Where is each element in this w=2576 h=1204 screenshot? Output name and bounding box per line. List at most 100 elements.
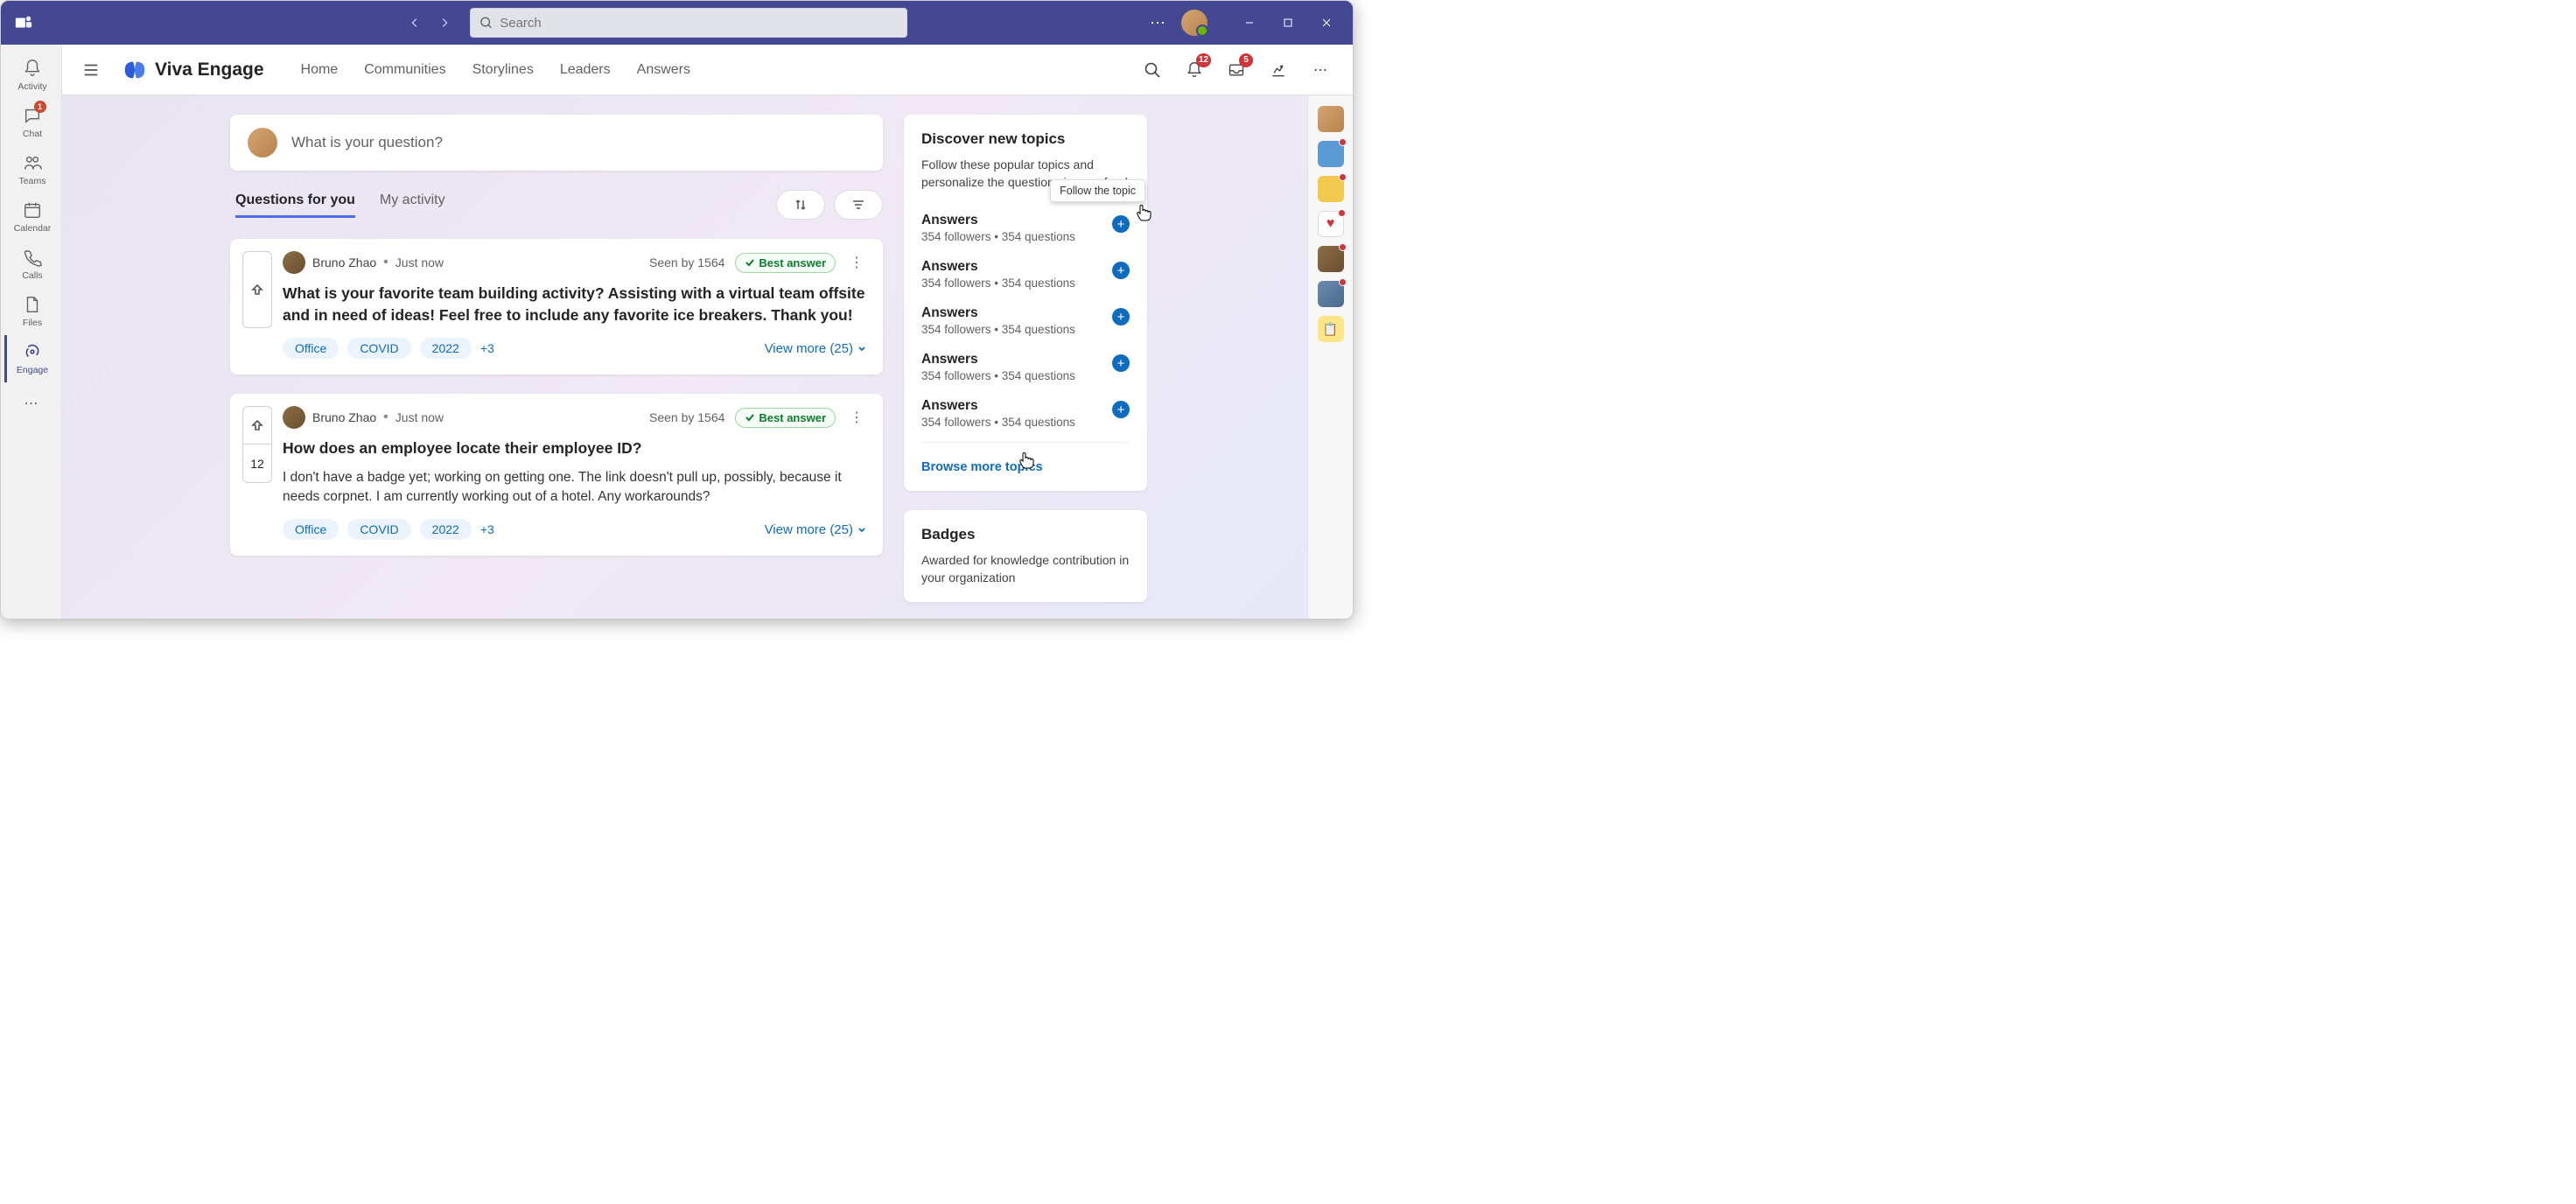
rail-teams[interactable]: Teams (4, 146, 59, 193)
header-search-button[interactable] (1139, 57, 1166, 83)
question-card: Bruno Zhao • Just now Seen by 1564 Best … (230, 239, 883, 374)
question-card: 12 Bruno Zhao • Just now Seen by 1564 Be… (230, 394, 883, 556)
author-name[interactable]: Bruno Zhao (312, 256, 376, 270)
tag-more[interactable]: +3 (480, 341, 494, 355)
close-button[interactable] (1311, 9, 1342, 37)
panel-title: Badges (921, 526, 1130, 543)
topic-name[interactable]: Answers (921, 305, 1075, 321)
tag[interactable]: Office (283, 519, 339, 540)
card-menu-icon[interactable]: ⋮ (846, 252, 867, 273)
app-header: Viva Engage Home Communities Storylines … (62, 45, 1353, 95)
rail-engage[interactable]: Engage (4, 335, 59, 382)
maximize-button[interactable] (1272, 9, 1304, 37)
topic-meta: 354 followers • 354 questions (921, 230, 1075, 243)
contact-avatar[interactable] (1318, 246, 1344, 272)
topic-row: Answers 354 followers • 354 questions + (921, 205, 1130, 251)
rail-activity[interactable]: Activity (4, 52, 59, 99)
upvote-button[interactable] (242, 406, 272, 444)
composer-avatar (248, 128, 277, 158)
contact-app[interactable]: 📋 (1318, 316, 1344, 342)
rail-label: Engage (17, 365, 48, 375)
card-menu-icon[interactable]: ⋮ (846, 407, 867, 428)
timestamp: Just now (396, 256, 444, 270)
contact-app[interactable] (1318, 176, 1344, 202)
sort-button[interactable] (776, 190, 825, 220)
rail-label: Activity (18, 81, 46, 92)
minimize-button[interactable] (1234, 9, 1265, 37)
contact-avatar[interactable] (1318, 281, 1344, 307)
nav-forward-button[interactable] (433, 11, 456, 34)
question-title[interactable]: What is your favorite team building acti… (283, 283, 867, 326)
tag[interactable]: COVID (347, 519, 410, 540)
author-name[interactable]: Bruno Zhao (312, 410, 376, 424)
teams-app-icon (11, 10, 36, 35)
cursor-icon (1133, 202, 1154, 223)
rail-chat[interactable]: Chat 1 (4, 99, 59, 146)
best-answer-badge: Best answer (735, 253, 836, 273)
nav-back-button[interactable] (403, 11, 426, 34)
topic-row: Answers354 followers • 354 questions+ (921, 251, 1130, 298)
header-notifications-button[interactable]: 12 (1181, 57, 1208, 83)
timestamp: Just now (396, 410, 444, 424)
follow-topic-button[interactable]: + (1112, 354, 1130, 372)
search-icon (480, 16, 493, 30)
nav-storylines[interactable]: Storylines (472, 62, 534, 78)
rail-label: Files (23, 318, 42, 328)
profile-avatar[interactable] (1181, 10, 1208, 36)
nav-answers[interactable]: Answers (637, 62, 690, 78)
follow-topic-button[interactable]: + (1112, 401, 1130, 418)
rail-label: Calendar (14, 223, 52, 234)
search-input[interactable] (470, 8, 907, 38)
nav-leaders[interactable]: Leaders (560, 62, 611, 78)
browse-topics-link[interactable]: Browse more topics (921, 460, 1043, 474)
tag[interactable]: Office (283, 338, 339, 359)
more-icon[interactable]: ⋯ (1150, 14, 1166, 32)
rail-files[interactable]: Files (4, 288, 59, 335)
header-analytics-button[interactable] (1265, 57, 1292, 83)
view-more-link[interactable]: View more (25) (765, 522, 867, 537)
header-inbox-button[interactable]: 5 (1223, 57, 1250, 83)
topic-name[interactable]: Answers (921, 259, 1075, 275)
left-rail: Activity Chat 1 Teams Calendar Calls Fil… (1, 45, 62, 619)
topic-name[interactable]: Answers (921, 352, 1075, 368)
hamburger-icon[interactable] (81, 60, 101, 80)
header-more-button[interactable]: ⋯ (1307, 57, 1334, 83)
tag[interactable]: 2022 (420, 519, 472, 540)
discover-topics-panel: Follow the topic Discover new topics Fol… (904, 115, 1147, 491)
follow-topic-button[interactable]: + (1112, 308, 1130, 326)
composer[interactable]: What is your question? (230, 115, 883, 171)
brand-text: Viva Engage (155, 60, 264, 80)
tab-questions-for-you[interactable]: Questions for you (235, 192, 355, 218)
topic-name[interactable]: Answers (921, 398, 1075, 414)
filter-button[interactable] (834, 190, 883, 220)
title-bar: ⋯ (1, 1, 1353, 45)
notification-badge: 12 (1196, 53, 1211, 67)
nav-communities[interactable]: Communities (364, 62, 445, 78)
view-more-link[interactable]: View more (25) (765, 341, 867, 356)
topic-name[interactable]: Answers (921, 213, 1075, 228)
rail-calls[interactable]: Calls (4, 241, 59, 288)
upvote-button[interactable] (242, 251, 272, 328)
contact-app[interactable]: ♥ (1318, 211, 1344, 237)
nav-home[interactable]: Home (301, 62, 339, 78)
teams-icon (21, 151, 44, 174)
topic-row: Answers354 followers • 354 questions+ (921, 344, 1130, 390)
badges-panel: Badges Awarded for knowledge contributio… (904, 510, 1147, 602)
contact-app[interactable] (1318, 141, 1344, 167)
author-avatar (283, 251, 305, 274)
topic-meta: 354 followers • 354 questions (921, 416, 1075, 429)
follow-topic-button[interactable]: + (1112, 215, 1130, 233)
rail-label: Teams (19, 176, 46, 186)
rail-calendar[interactable]: Calendar (4, 193, 59, 241)
rail-label: Chat (23, 129, 42, 139)
contact-avatar[interactable] (1318, 106, 1344, 132)
tag[interactable]: 2022 (420, 338, 472, 359)
rail-more[interactable]: ⋯ (4, 386, 59, 421)
calendar-icon (21, 199, 44, 221)
tag-more[interactable]: +3 (480, 522, 494, 536)
question-title[interactable]: How does an employee locate their employ… (283, 438, 867, 459)
tag[interactable]: COVID (347, 338, 410, 359)
follow-topic-button[interactable]: + (1112, 262, 1130, 279)
seen-count: Seen by 1564 (649, 410, 724, 424)
tab-my-activity[interactable]: My activity (380, 192, 445, 218)
